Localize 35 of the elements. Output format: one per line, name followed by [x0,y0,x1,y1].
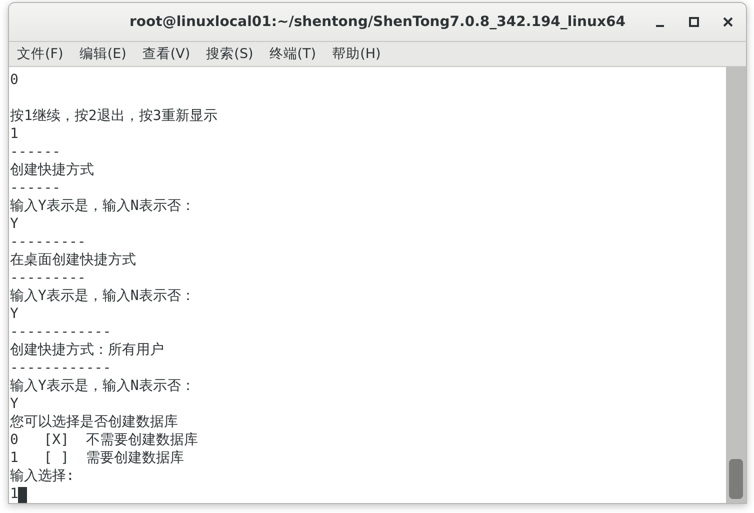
terminal-line: ------------ [10,323,112,341]
terminal-line: Y [10,305,18,323]
terminal-line: 创建快捷方式：所有用户 [10,341,164,359]
text-cursor [18,487,28,503]
terminal-line: 1 [ ] 需要创建数据库 [10,449,184,467]
terminal-line: 按1继续，按2退出，按3重新显示 [10,107,218,125]
terminal-line: 0 [X] 不需要创建数据库 [10,431,198,449]
terminal-line: 输入Y表示是，输入N表示否： [10,287,195,305]
terminal-line: ------ [10,143,61,161]
window-title: root@linuxlocal01:~/shentong/ShenTong7.0.8_342.194_linux64 [130,14,626,30]
terminal-line: ------ [10,179,61,197]
terminal-line: 在桌面创建快捷方式 [10,251,136,269]
terminal-line: 1 [10,125,18,143]
terminal-line: 您可以选择是否创建数据库 [10,413,178,431]
terminal-line: 1 [10,485,18,503]
menu-item[interactable]: 帮助(H) [330,44,393,63]
terminal-line: --------- [10,233,86,251]
menu-item[interactable]: 文件(F) [15,44,76,63]
terminal-line: ------------ [10,359,112,377]
menu-item[interactable]: 编辑(E) [77,44,138,63]
maximize-icon[interactable] [688,16,700,28]
menu-item[interactable]: 搜索(S) [204,44,266,63]
scrollbar[interactable] [726,67,746,503]
terminal-line: Y [10,215,18,233]
terminal-line: --------- [10,269,86,287]
terminal-line: 创建快捷方式 [10,161,94,179]
terminal-line: 输入选择: [10,467,74,485]
terminal-line: 输入Y表示是，输入N表示否： [10,197,195,215]
menu-item[interactable]: 终端(T) [267,44,328,63]
menu-item[interactable]: 查看(V) [140,44,202,63]
terminal-line: 输入Y表示是，输入N表示否： [10,377,195,395]
close-icon[interactable] [722,16,734,28]
terminal-line: Y [10,395,18,413]
terminal-line: 0 [10,71,18,89]
scrollbar-thumb[interactable] [729,459,743,499]
